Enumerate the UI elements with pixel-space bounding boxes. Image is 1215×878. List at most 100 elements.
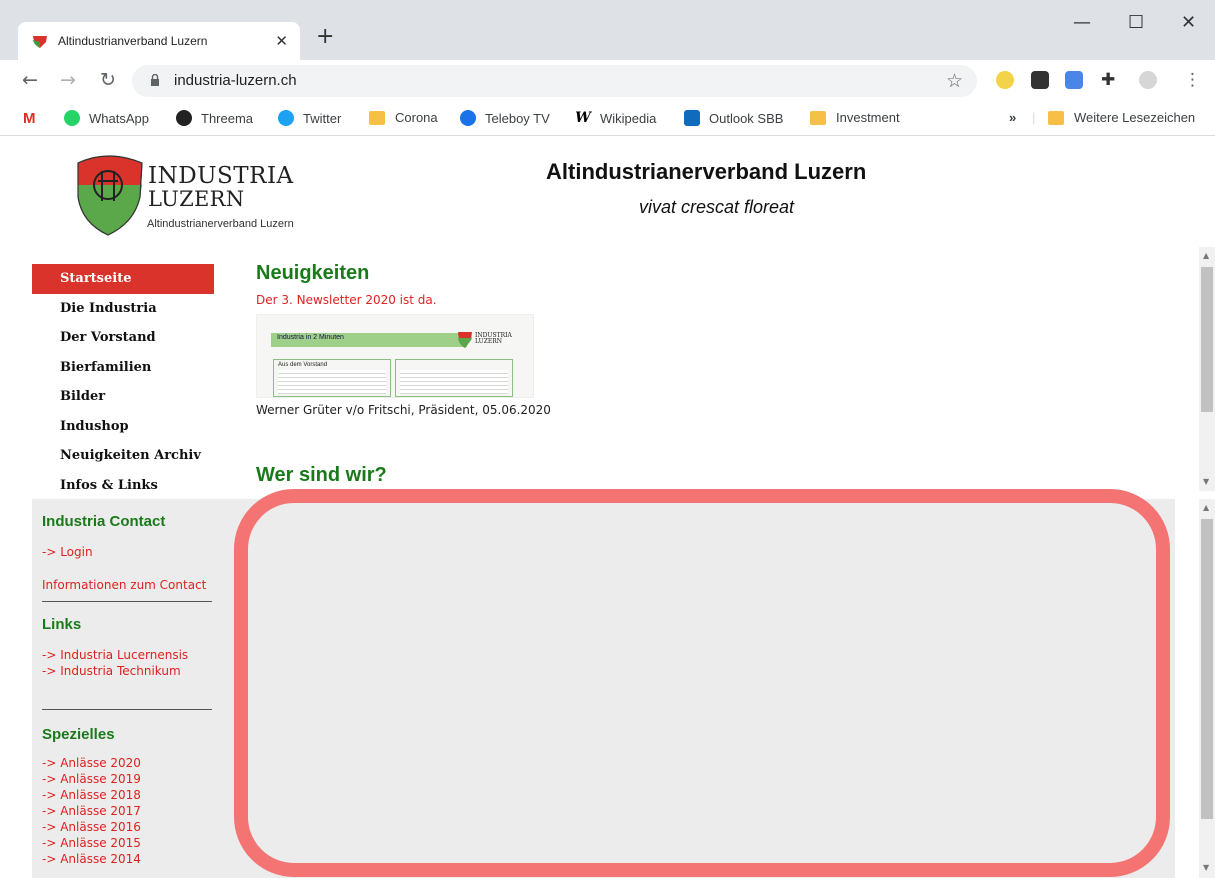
bookmark-wikipedia[interactable]: W Wikipedia — [575, 110, 656, 126]
forward-arrow-icon[interactable]: → — [60, 70, 76, 90]
link-industria-lucernensis[interactable]: -> Industria Lucernensis — [42, 647, 212, 663]
bottom-scrollbar[interactable]: ▲ ▼ — [1199, 499, 1215, 878]
extension-icon[interactable] — [996, 71, 1014, 89]
maximize-button[interactable]: ☐ — [1128, 14, 1144, 32]
nav-item-bierfamilien[interactable]: Bierfamilien — [32, 353, 214, 383]
bookmark-threema[interactable]: Threema — [176, 110, 253, 126]
other-bookmarks[interactable]: Weitere Lesezeichen — [1048, 110, 1195, 125]
newsletter-link[interactable]: Der 3. Newsletter 2020 ist da. — [256, 293, 1196, 307]
thumbnail-logo-text: INDUSTRIA LUZERN — [475, 332, 512, 345]
translate-icon[interactable] — [1065, 71, 1083, 89]
teleboy-icon — [460, 110, 476, 126]
events-2014-link[interactable]: -> Anlässe 2014 — [42, 851, 212, 867]
events-2015-link[interactable]: -> Anlässe 2015 — [42, 835, 212, 851]
reload-icon[interactable]: ↻ — [100, 70, 116, 90]
bookmark-whatsapp[interactable]: WhatsApp — [64, 110, 149, 126]
threema-icon — [176, 110, 192, 126]
events-2020-link[interactable]: -> Anlässe 2020 — [42, 755, 212, 771]
nav-item-startseite[interactable]: Startseite — [32, 264, 214, 294]
profile-avatar[interactable] — [1139, 71, 1157, 89]
scroll-up-icon[interactable]: ▲ — [1203, 251, 1209, 260]
thumbnail-text-lines — [278, 370, 386, 394]
puzzle-icon[interactable]: ✚ — [1101, 71, 1119, 89]
browser-tab[interactable]: Altindustrianverband Luzern ✕ — [18, 22, 300, 60]
site-motto: vivat crescat floreat — [639, 197, 795, 217]
nav-item-indushop[interactable]: Indushop — [32, 412, 214, 442]
main-navigation: Startseite Die Industria Der Vorstand Bi… — [32, 264, 214, 500]
site-favicon-icon — [33, 36, 47, 48]
lock-icon — [151, 74, 159, 86]
whatsapp-icon — [64, 110, 80, 126]
minimize-button[interactable]: — — [1073, 14, 1091, 32]
link-industria-technikum[interactable]: -> Industria Technikum — [42, 663, 212, 679]
tab-title: Altindustrianverband Luzern — [58, 34, 208, 48]
industria-crest-logo[interactable] — [72, 145, 146, 237]
thumbnail-text-lines — [400, 370, 508, 394]
bookmark-teleboy[interactable]: Teleboy TV — [460, 110, 550, 126]
bookmark-label: Teleboy TV — [485, 110, 550, 126]
highlighted-empty-panel — [234, 489, 1170, 877]
tab-close-icon[interactable]: ✕ — [275, 32, 288, 50]
nav-item-der-vorstand[interactable]: Der Vorstand — [32, 323, 214, 353]
extension-icon[interactable] — [1031, 71, 1049, 89]
main-scrollbar[interactable]: ▲ ▼ — [1199, 247, 1215, 491]
contact-heading: Industria Contact — [42, 513, 166, 530]
divider — [42, 601, 212, 602]
web-page: INDUSTRIA LUZERN Altindustrianerverband … — [0, 137, 1215, 878]
other-bookmarks-label: Weitere Lesezeichen — [1074, 110, 1196, 125]
bookmark-label: Threema — [201, 110, 254, 126]
nav-item-neuigkeiten-archiv[interactable]: Neuigkeiten Archiv — [32, 441, 214, 471]
about-heading: Wer sind wir? — [256, 464, 387, 486]
close-window-button[interactable]: ✕ — [1181, 14, 1196, 32]
bookmark-label: Outlook SBB — [709, 110, 784, 126]
more-bookmarks-chevron-icon[interactable]: » — [1009, 110, 1016, 125]
thumbnail-column — [395, 359, 513, 397]
bookmark-label: Corona — [395, 110, 438, 125]
events-2017-link[interactable]: -> Anlässe 2017 — [42, 803, 212, 819]
nav-item-die-industria[interactable]: Die Industria — [32, 294, 214, 324]
bookmark-outlook[interactable]: Outlook SBB — [684, 110, 783, 126]
bottom-frame: Industria Contact -> Login Informationen… — [32, 489, 1175, 878]
bookmark-corona[interactable]: Corona — [369, 110, 438, 125]
thumbnail-column: Aus dem Vorstand — [273, 359, 391, 397]
logo-subtitle: LUZERN — [148, 187, 245, 211]
logo-caption: Altindustrianerverband Luzern — [147, 218, 294, 230]
bookmark-investment[interactable]: Investment — [810, 110, 900, 125]
bookmark-label: WhatsApp — [89, 110, 149, 126]
thumbnail-banner-text: Industria in 2 Minuten — [277, 334, 344, 341]
news-heading: Neuigkeiten — [256, 262, 370, 284]
contact-info-link[interactable]: Informationen zum Contact — [42, 577, 212, 593]
outlook-icon — [684, 110, 700, 126]
events-2019-link[interactable]: -> Anlässe 2019 — [42, 771, 212, 787]
scrollbar-thumb[interactable] — [1201, 519, 1213, 819]
bookmark-label: Investment — [836, 110, 900, 125]
bookmark-twitter[interactable]: Twitter — [278, 110, 341, 126]
login-link[interactable]: -> Login — [42, 544, 212, 560]
folder-icon — [369, 110, 385, 125]
bookmark-separator: | — [1032, 110, 1036, 125]
special-heading: Spezielles — [42, 726, 115, 743]
logo-title: INDUSTRIA — [148, 163, 294, 189]
events-2018-link[interactable]: -> Anlässe 2018 — [42, 787, 212, 803]
url-text[interactable]: industria-luzern.ch — [174, 72, 297, 89]
events-2016-link[interactable]: -> Anlässe 2016 — [42, 819, 212, 835]
scroll-up-icon[interactable]: ▲ — [1203, 503, 1209, 512]
sidebar: Industria Contact -> Login Informationen… — [42, 513, 212, 867]
scroll-down-icon[interactable]: ▼ — [1203, 477, 1209, 486]
scroll-down-icon[interactable]: ▼ — [1203, 863, 1209, 872]
main-content: Neuigkeiten Der 3. Newsletter 2020 ist d… — [256, 262, 1196, 499]
gmail-icon[interactable]: M — [23, 110, 36, 127]
nav-item-infos-links[interactable]: Infos & Links — [32, 471, 214, 501]
bookmark-label: Wikipedia — [600, 110, 657, 126]
site-title: Altindustrianerverband Luzern — [546, 159, 867, 184]
bookmark-star-icon[interactable]: ☆ — [946, 70, 963, 92]
folder-icon — [810, 110, 826, 125]
scrollbar-thumb[interactable] — [1201, 267, 1213, 412]
back-arrow-icon[interactable]: ← — [22, 70, 38, 90]
tab-strip: Altindustrianverband Luzern ✕ + — ☐ ✕ — [0, 0, 1215, 60]
newsletter-thumbnail[interactable]: Industria in 2 Minuten INDUSTRIA LUZERN … — [256, 314, 534, 398]
thumbnail-logo-icon — [458, 332, 472, 348]
nav-item-bilder[interactable]: Bilder — [32, 382, 214, 412]
menu-kebab-icon[interactable]: ⋮ — [1184, 71, 1202, 89]
new-tab-button[interactable]: + — [316, 26, 334, 48]
